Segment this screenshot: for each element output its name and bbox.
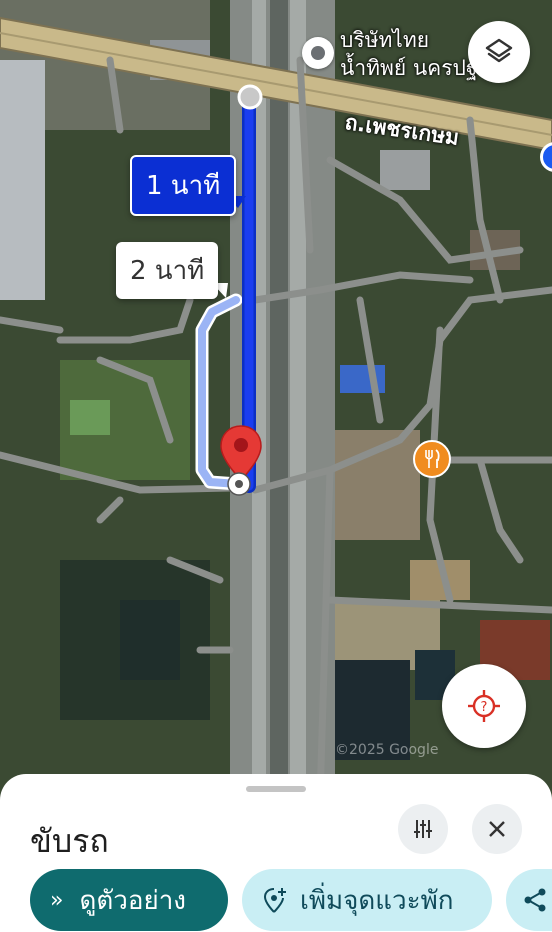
preview-button-label: ดูตัวอย่าง (79, 885, 186, 916)
sheet-drag-handle[interactable] (246, 786, 306, 792)
add-stop-button[interactable]: เพิ่มจุดแวะพัก (242, 869, 492, 931)
close-button[interactable] (472, 804, 522, 854)
route-alt-time-label[interactable]: 2 นาที (116, 242, 219, 299)
share-button[interactable] (506, 869, 552, 931)
red-pin-icon[interactable] (219, 424, 263, 500)
directions-sheet: ขับรถ » ดูตัวอย่าง เพิ่มจุดแวะพัก (0, 774, 552, 932)
add-location-icon (263, 888, 286, 913)
layers-icon (485, 38, 513, 63)
route-selected-time-text: 1 นาที (146, 171, 221, 201)
tune-icon (414, 820, 432, 838)
close-icon (489, 821, 505, 837)
svg-text:?: ? (481, 700, 488, 715)
layers-button[interactable] (468, 21, 530, 83)
route-options-button[interactable] (398, 804, 448, 854)
double-chevron-icon: » (50, 887, 64, 913)
my-location-button[interactable]: ? (442, 664, 526, 748)
share-icon (524, 888, 546, 912)
poi-marker-icon[interactable] (302, 37, 334, 69)
travel-mode-title: ขับรถ (30, 822, 109, 860)
route-alt-time-text: 2 นาที (130, 256, 205, 286)
map-view[interactable]: 1 นาที 2 นาที บริษัทไทย น้ำทิพย์ นครปฐม … (0, 0, 552, 804)
add-stop-button-label: เพิ่มจุดแวะพัก (300, 885, 454, 916)
map-watermark: ©2025 Google (335, 742, 439, 758)
preview-button[interactable]: » ดูตัวอย่าง (30, 869, 228, 931)
my-location-icon: ? (468, 690, 500, 722)
route-selected-time-label[interactable]: 1 นาที (130, 155, 237, 216)
restaurant-icon[interactable] (413, 440, 451, 478)
